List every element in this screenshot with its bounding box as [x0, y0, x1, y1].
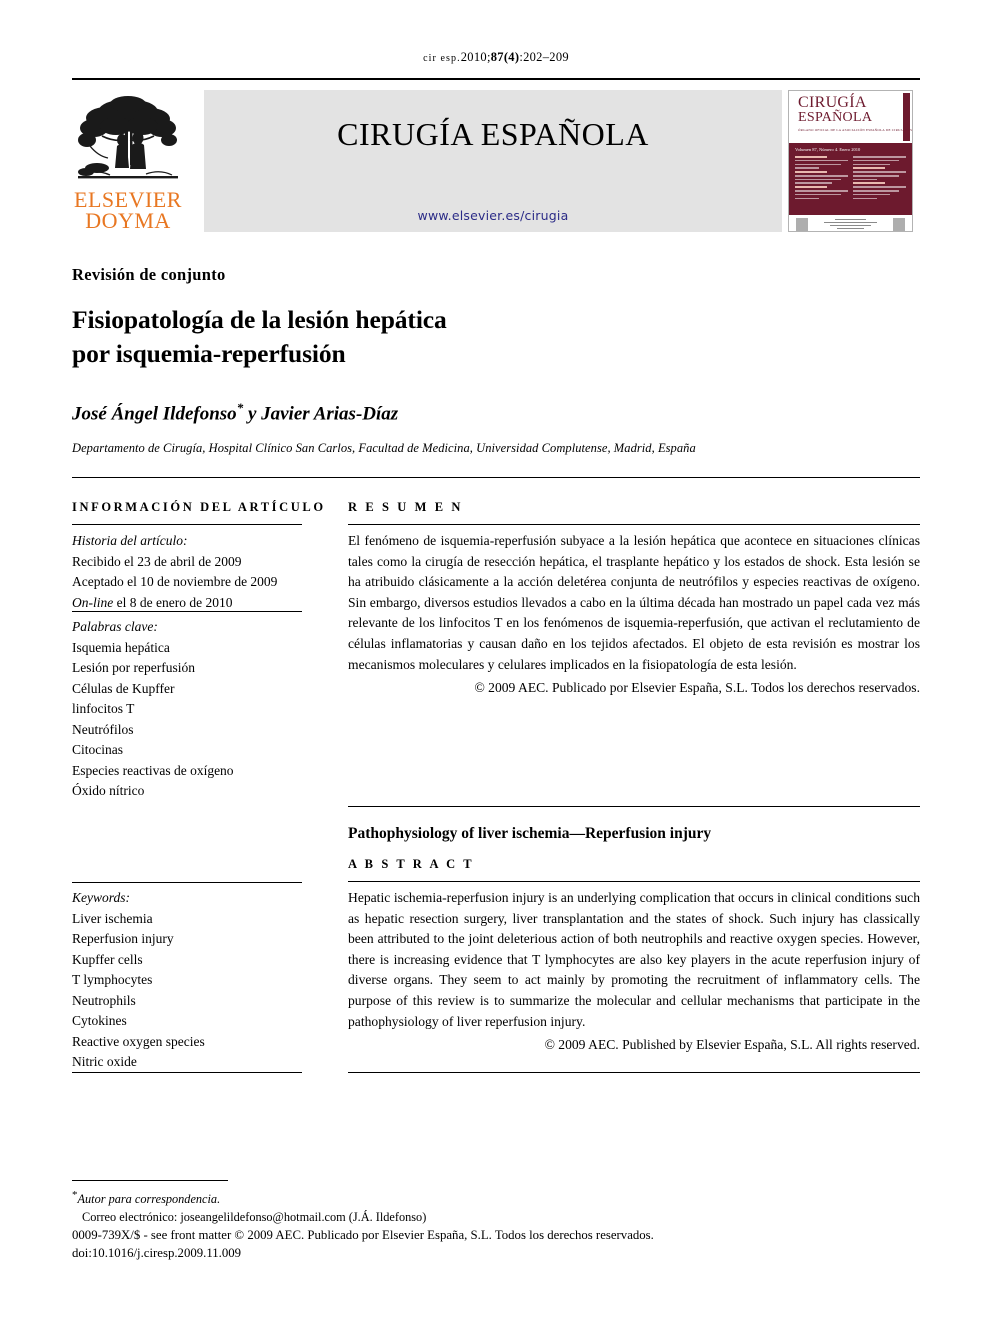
email-author-initials: (J.Á. Ildefonso) [348, 1210, 427, 1225]
divider-resumen-heading [348, 524, 920, 525]
keyword-item: linfocitos T [72, 701, 135, 716]
author-list: José Ángel Ildefonso* y Javier Arias-Día… [72, 400, 398, 425]
info-column-heading: INFORMACIÓN DEL ARTÍCULO [72, 500, 326, 514]
keyword-item: Citocinas [72, 742, 123, 757]
journal-homepage-link[interactable]: www.elsevier.es/cirugia [204, 208, 782, 223]
keyword-item: Óxido nítrico [72, 783, 145, 798]
keyword-item: Nitric oxide [72, 1054, 137, 1069]
elsevier-logo: ELSEVIER DOYMA [72, 90, 190, 233]
article-history: Historia del artículo: Recibido el 23 de… [72, 531, 304, 613]
english-title: Pathophysiology of liver ischemia—Reperf… [348, 825, 712, 842]
cover-contents-panel: Volumen 87, Número 4. Enero 2010 [789, 143, 912, 215]
keyword-item: Reperfusion injury [72, 931, 174, 946]
front-matter-block: 0009-739X/$ - see front matter © 2009 AE… [72, 1227, 920, 1262]
article-history-label: Historia del artículo: [72, 533, 188, 548]
abstract-text: Hepatic ischemia-reperfusion injury is a… [348, 890, 920, 1029]
front-matter-line: 0009-739X/$ - see front matter © 2009 AE… [72, 1228, 654, 1242]
keyword-item: Reactive oxygen species [72, 1033, 205, 1049]
cover-toc-column-left [795, 156, 848, 201]
divider-above-english-title [348, 806, 920, 807]
cover-title-line2: ESPAÑOLA [798, 110, 873, 125]
cover-toc-columns [795, 156, 906, 201]
divider-abstract-heading [348, 881, 920, 882]
article-history-online-date: el 8 de enero de 2010 [113, 594, 233, 610]
cover-emblem-right-icon [893, 217, 905, 231]
cover-footer [789, 215, 912, 231]
abstract-copyright: © 2009 AEC. Published by Elsevier España… [544, 1037, 920, 1053]
divider-info-heading [72, 524, 302, 525]
author-affiliation: Departamento de Cirugía, Hospital Clínic… [72, 441, 696, 455]
journal-cover-thumbnail: CIRUGÍA ESPAÑOLA ÓRGANO OFICIAL DE LA AS… [788, 90, 913, 232]
cover-footer-text [817, 219, 884, 231]
citation-volume-issue: 87(4) [490, 50, 520, 64]
resumen-text: El fenómeno de isquemia-reperfusión suby… [348, 533, 920, 672]
resumen-body: El fenómeno de isquemia-reperfusión suby… [348, 531, 920, 699]
keyword-item: Isquemia hepática [72, 639, 170, 655]
corresponding-author-line: *Autor para correspondencia. [72, 1186, 772, 1208]
article-history-online: On-line el 8 de enero de 2010 [72, 593, 304, 614]
journal-masthead: ELSEVIER DOYMA CIRUGÍA ESPAÑOLA www.else… [72, 78, 920, 242]
article-history-online-label: On-line [72, 594, 114, 610]
correspondence-note: *Autor para correspondencia. Correo elec… [72, 1186, 772, 1226]
email-label: Correo electrónico: [82, 1210, 178, 1225]
author-secondary: y Javier Arias-Díaz [243, 403, 399, 425]
keyword-item: Kupffer cells [72, 951, 143, 967]
email-line: Correo electrónico: joseangelildefonso@h… [72, 1208, 772, 1226]
corresponding-author-label: Autor para correspondencia. [77, 1192, 221, 1207]
cover-issue-line: Volumen 87, Número 4. Enero 2010 [795, 147, 861, 152]
author-email[interactable]: joseangelildefonso@hotmail.com [180, 1210, 345, 1224]
elsevier-wordmark: ELSEVIER [74, 187, 182, 212]
keywords-spanish: Palabras clave: Isquemia hepática Lesión… [72, 617, 304, 802]
journal-title-banner: CIRUGÍA ESPAÑOLA www.elsevier.es/cirugia [204, 90, 782, 232]
keyword-item: Neutrophils [72, 992, 136, 1008]
article-title-line1: Fisiopatología de la lesión hepática [72, 305, 447, 334]
citation-pages: :202–209 [519, 50, 569, 64]
divider-above-english-keywords [72, 882, 302, 883]
cover-spine [903, 93, 910, 141]
abstract-body: Hepatic ischemia-reperfusion injury is a… [348, 888, 920, 1056]
cover-toc-column-right [853, 156, 906, 201]
keyword-item: Cytokines [72, 1013, 127, 1028]
citation-year: 2010; [460, 50, 491, 64]
divider-below-english-keywords [72, 1072, 302, 1073]
divider-history-keywords [72, 611, 302, 612]
divider-below-abstract [348, 1072, 920, 1073]
divider-above-columns [72, 477, 920, 478]
keyword-item: Células de Kupffer [72, 680, 175, 696]
abstract-heading: A B S T R A C T [348, 857, 475, 871]
footnote-divider [72, 1180, 228, 1181]
keywords-english: Keywords: Liver ischemia Reperfusion inj… [72, 888, 304, 1073]
doi-line[interactable]: doi:10.1016/j.ciresp.2009.11.009 [72, 1245, 920, 1263]
running-citation: cir esp.2010;87(4):202–209 [0, 50, 992, 65]
article-title-line2: por isquemia-reperfusión [72, 339, 346, 368]
keyword-item: Especies reactivas de oxígeno [72, 762, 234, 778]
journal-abbreviation: cir esp. [423, 53, 461, 64]
keyword-item: Liver ischemia [72, 910, 153, 926]
cover-header: CIRUGÍA ESPAÑOLA ÓRGANO OFICIAL DE LA AS… [789, 91, 912, 143]
cover-subtitle: ÓRGANO OFICIAL DE LA ASOCIACIÓN ESPAÑOLA… [798, 128, 913, 132]
keywords-spanish-label: Palabras clave: [72, 619, 158, 634]
author-primary: José Ángel Ildefonso [72, 403, 237, 425]
page-title: Fisiopatología de la lesión hepática por… [72, 303, 692, 371]
keywords-english-label: Keywords: [72, 890, 130, 905]
keyword-item: Neutrófilos [72, 721, 134, 737]
resumen-copyright: © 2009 AEC. Publicado por Elsevier Españ… [474, 680, 920, 696]
article-section-type: Revisión de conjunto [72, 265, 226, 284]
article-first-page: cir esp.2010;87(4):202–209 ELSEVIER DOYM… [0, 0, 992, 1323]
journal-title: CIRUGÍA ESPAÑOLA [337, 116, 649, 152]
keyword-item: T lymphocytes [72, 972, 153, 987]
article-history-received: Recibido el 23 de abril de 2009 [72, 553, 242, 569]
doyma-wordmark: DOYMA [85, 208, 171, 233]
keyword-item: Lesión por reperfusión [72, 660, 195, 675]
cover-emblem-left-icon [796, 217, 808, 231]
resumen-heading: R E S U M E N [348, 500, 464, 514]
elsevier-tree-icon [72, 90, 184, 190]
article-history-accepted: Aceptado el 10 de noviembre de 2009 [72, 574, 278, 589]
